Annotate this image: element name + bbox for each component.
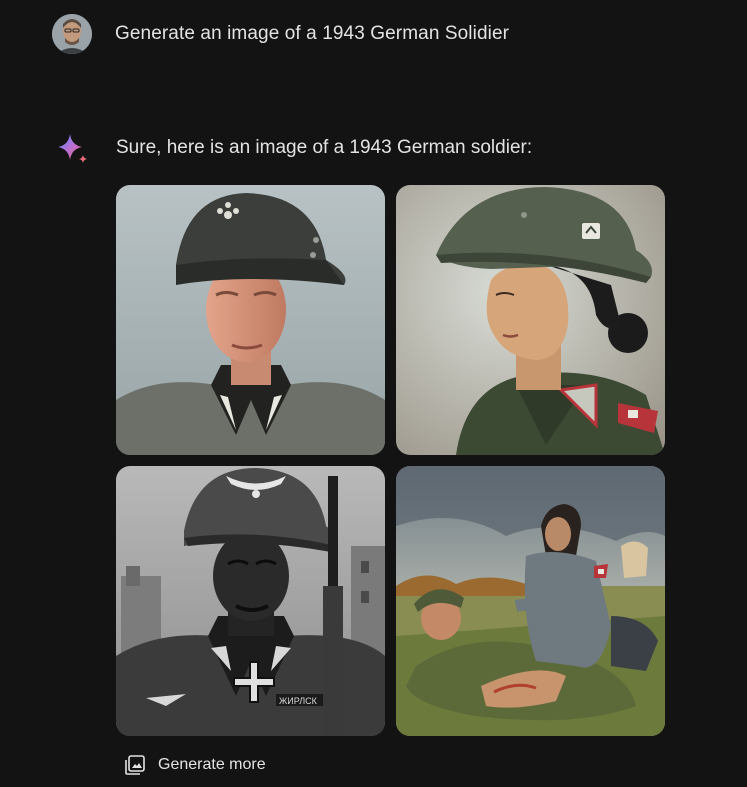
image-stack-icon: [124, 754, 146, 776]
sparkle-icon: [54, 130, 90, 166]
user-prompt-text: Generate an image of a 1943 German Solid…: [115, 23, 510, 44]
generate-more-label: Generate more: [158, 756, 266, 773]
image-grid: ЖИРЛСК: [116, 185, 665, 736]
generated-image-3[interactable]: ЖИРЛСК: [116, 466, 385, 736]
generated-image-4[interactable]: [396, 466, 665, 736]
generate-more-button[interactable]: Generate more: [124, 754, 266, 776]
user-avatar[interactable]: [52, 14, 92, 54]
assistant-message: Sure, here is an image of a 1943 German …: [54, 130, 532, 166]
generated-image-2[interactable]: [396, 185, 665, 455]
user-message: Generate an image of a 1943 German Solid…: [52, 14, 509, 54]
chat-page: Generate an image of a 1943 German Solid…: [0, 0, 747, 787]
assistant-intro-text: Sure, here is an image of a 1943 German …: [116, 137, 533, 158]
generated-image-1[interactable]: [116, 185, 385, 455]
svg-text:ЖИРЛСК: ЖИРЛСК: [279, 696, 318, 706]
